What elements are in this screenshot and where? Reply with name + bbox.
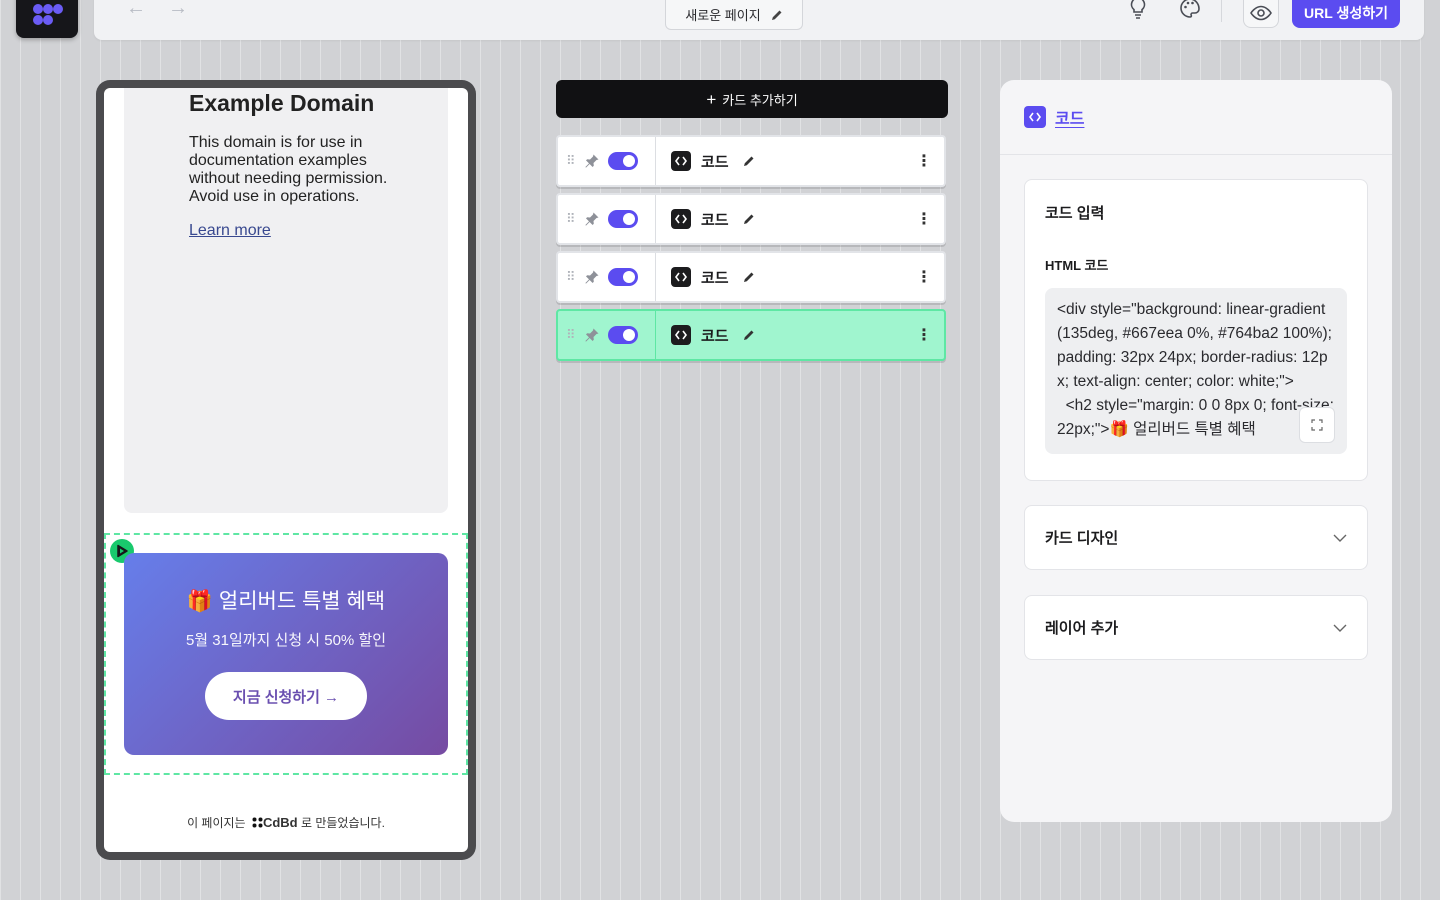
pin-icon[interactable] [584,211,600,227]
card-row-label: 코드 [701,327,729,345]
page-name-button[interactable]: 새로운 페이지 [665,0,803,30]
lightbulb-icon[interactable] [1128,0,1148,26]
example-title: Example Domain [189,90,375,116]
drag-handle-icon[interactable]: ⠿ [566,327,576,343]
eye-icon [1250,5,1272,20]
drag-handle-icon[interactable]: ⠿ [566,269,576,285]
code-icon [671,209,691,229]
footer-suffix: 로 만들었습니다. [300,816,385,830]
preview-button[interactable] [1243,0,1279,28]
card-row-label: 코드 [701,211,729,229]
drag-handle-icon[interactable]: ⠿ [566,211,576,227]
card-design-title: 카드 디자인 [1045,530,1119,547]
add-layer-title: 레이어 추가 [1045,620,1119,637]
page-name-label: 새로운 페이지 [685,8,761,23]
card-row-main[interactable]: 코드 [656,311,904,359]
promo-subtitle: 5월 31일까지 신청 시 50% 할인 [185,632,387,649]
card-row-label: 코드 [701,153,729,171]
card-visibility-toggle[interactable] [608,268,638,286]
logo-icon [33,4,63,25]
card-visibility-toggle[interactable] [608,210,638,228]
footer-brand[interactable]: CdBd [263,815,298,830]
panel-header: 코드 [1000,80,1392,155]
card-visibility-toggle[interactable] [608,152,638,170]
html-code-label: HTML 코드 [1045,258,1109,273]
pencil-icon[interactable] [743,213,755,225]
code-icon [671,267,691,287]
card-visibility-toggle[interactable] [608,326,638,344]
learn-more-link[interactable]: Learn more [189,222,271,240]
add-card-button[interactable]: + 카드 추가하기 [556,80,948,118]
pencil-icon[interactable] [743,329,755,341]
add-layer-section[interactable]: 레이어 추가 [1024,595,1368,660]
code-input-section: 코드 입력 HTML 코드 <div style="background: li… [1024,179,1368,481]
palette-icon[interactable] [1178,0,1202,26]
pin-icon[interactable] [584,153,600,169]
card-row[interactable]: ⠿ 코드 ⋮ [556,135,946,187]
more-vertical-icon[interactable]: ⋮ [904,267,944,287]
embedded-page-card[interactable]: Example Domain This domain is for use in… [124,88,448,513]
more-vertical-icon[interactable]: ⋮ [904,151,944,171]
card-row-controls: ⠿ [558,137,656,185]
card-row-controls: ⠿ [558,253,656,301]
card-row-controls: ⠿ [558,195,656,243]
more-vertical-icon[interactable]: ⋮ [904,325,944,345]
forward-arrow-icon[interactable]: → [168,0,188,18]
fullscreen-icon [1311,419,1323,431]
apply-now-button[interactable]: 지금 신청하기 → [205,672,367,720]
phone-screen: Example Domain This domain is for use in… [104,88,468,852]
pencil-icon [771,10,782,20]
generate-url-button[interactable]: URL 생성하기 [1292,0,1400,28]
chevron-down-icon[interactable] [1333,624,1347,632]
brand-logo-icon [252,817,263,828]
card-row-controls: ⠿ [558,311,656,359]
example-body: This domain is for use in documentation … [189,134,388,205]
chevron-down-icon[interactable] [1333,534,1347,542]
card-row-main[interactable]: 코드 [656,137,904,185]
html-code-editor[interactable]: <div style="background: linear-gradient(… [1045,288,1347,454]
footer-credit: 이 페이지는 CdBd 로 만들었습니다. [104,814,468,831]
code-icon [671,151,691,171]
card-row-main[interactable]: 코드 [656,253,904,301]
pin-icon[interactable] [584,327,600,343]
app-logo[interactable] [16,0,78,38]
promo-title: 🎁 얼리버드 특별 혜택 [186,590,386,613]
drag-handle-icon[interactable]: ⠿ [566,153,576,169]
top-toolbar: ← → 새로운 페이지 URL 생성하기 [94,0,1424,40]
expand-editor-button[interactable] [1299,407,1335,443]
card-row[interactable]: ⠿ 코드 ⋮ [556,251,946,303]
code-input-title: 코드 입력 [1045,205,1105,222]
pin-icon[interactable] [584,269,600,285]
back-arrow-icon[interactable]: ← [126,0,146,18]
toolbar-divider [1221,0,1222,22]
settings-panel: 코드 코드 입력 HTML 코드 <div style="background:… [1000,80,1392,822]
footer-prefix: 이 페이지는 [187,816,246,830]
card-row-selected[interactable]: ⠿ 코드 ⋮ [556,309,946,361]
html-code-text[interactable]: <div style="background: linear-gradient(… [1057,298,1335,442]
card-design-section[interactable]: 카드 디자인 [1024,505,1368,570]
card-row-main[interactable]: 코드 [656,195,904,243]
add-card-label: 카드 추가하기 [722,92,798,108]
code-icon [671,325,691,345]
more-vertical-icon[interactable]: ⋮ [904,209,944,229]
code-icon [1024,106,1046,128]
pencil-icon[interactable] [743,271,755,283]
promo-banner: 🎁 얼리버드 특별 혜택 5월 31일까지 신청 시 50% 할인 지금 신청하… [124,553,448,755]
card-row-label: 코드 [701,269,729,287]
phone-preview: Example Domain This domain is for use in… [96,80,476,860]
pencil-icon[interactable] [743,155,755,167]
panel-title[interactable]: 코드 [1055,105,1084,129]
plus-icon: + [706,89,717,109]
card-row[interactable]: ⠿ 코드 ⋮ [556,193,946,245]
